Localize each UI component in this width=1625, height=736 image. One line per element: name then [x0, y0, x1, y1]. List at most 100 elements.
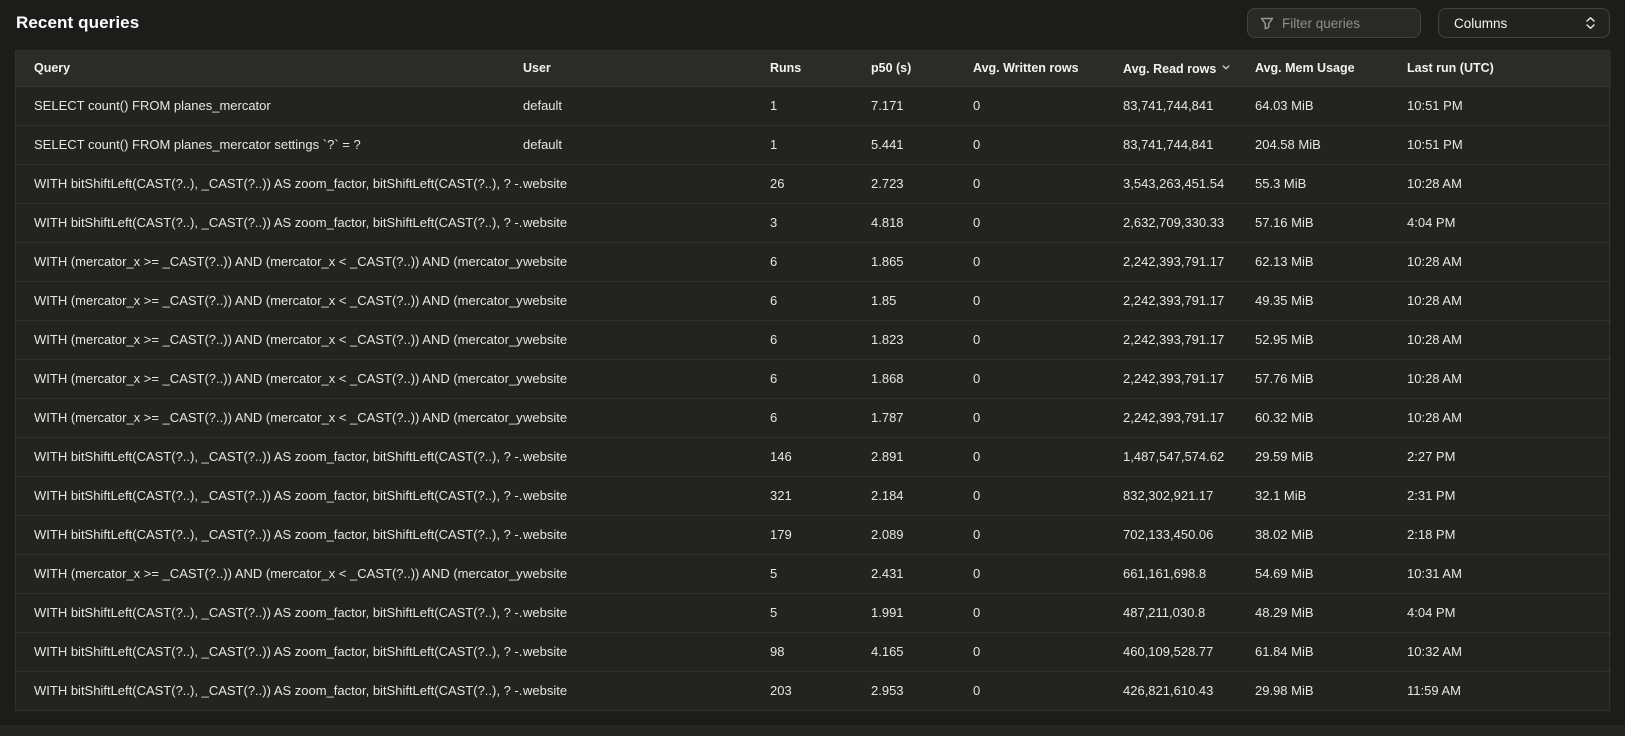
cell-avg-read-rows: 832,302,921.17 — [1123, 476, 1255, 515]
cell-avg-mem-usage: 61.84 MiB — [1255, 632, 1407, 671]
cell-query: WITH bitShiftLeft(CAST(?..), _CAST(?..))… — [16, 203, 523, 242]
cell-user: website — [523, 437, 770, 476]
cell-avg-read-rows: 487,211,030.8 — [1123, 593, 1255, 632]
cell-user: website — [523, 515, 770, 554]
cell-last-run-utc: 10:28 AM — [1407, 398, 1611, 437]
cell-avg-mem-usage: 54.69 MiB — [1255, 554, 1407, 593]
cell-runs: 321 — [770, 476, 871, 515]
cell-last-run-utc: 10:28 AM — [1407, 164, 1611, 203]
column-header-label: Runs — [770, 61, 801, 75]
cell-p50: 5.441 — [871, 125, 973, 164]
cell-last-run-utc: 10:28 AM — [1407, 359, 1611, 398]
cell-runs: 179 — [770, 515, 871, 554]
table-row[interactable]: WITH (mercator_x >= _CAST(?..)) AND (mer… — [16, 281, 1611, 320]
cell-avg-read-rows: 2,632,709,330.33 — [1123, 203, 1255, 242]
cell-avg-mem-usage: 64.03 MiB — [1255, 86, 1407, 125]
cell-runs: 1 — [770, 86, 871, 125]
column-header-avg-written-rows[interactable]: Avg. Written rows — [973, 51, 1123, 86]
table-row[interactable]: WITH (mercator_x >= _CAST(?..)) AND (mer… — [16, 320, 1611, 359]
cell-avg-written-rows: 0 — [973, 398, 1123, 437]
table-row[interactable]: WITH bitShiftLeft(CAST(?..), _CAST(?..))… — [16, 671, 1611, 710]
column-header-avg-mem-usage[interactable]: Avg. Mem Usage — [1255, 51, 1407, 86]
cell-avg-mem-usage: 60.32 MiB — [1255, 398, 1407, 437]
cell-runs: 6 — [770, 398, 871, 437]
cell-query: WITH (mercator_x >= _CAST(?..)) AND (mer… — [16, 359, 523, 398]
cell-query: WITH bitShiftLeft(CAST(?..), _CAST(?..))… — [16, 671, 523, 710]
table-row[interactable]: WITH bitShiftLeft(CAST(?..), _CAST(?..))… — [16, 437, 1611, 476]
cell-avg-mem-usage: 204.58 MiB — [1255, 125, 1407, 164]
funnel-icon — [1260, 16, 1274, 30]
columns-dropdown[interactable]: Columns — [1438, 8, 1610, 38]
cell-runs: 203 — [770, 671, 871, 710]
cell-user: default — [523, 125, 770, 164]
column-header-query[interactable]: Query — [16, 51, 523, 86]
cell-p50: 1.868 — [871, 359, 973, 398]
cell-avg-read-rows: 460,109,528.77 — [1123, 632, 1255, 671]
table-row[interactable]: WITH (mercator_x >= _CAST(?..)) AND (mer… — [16, 242, 1611, 281]
table-row[interactable]: WITH bitShiftLeft(CAST(?..), _CAST(?..))… — [16, 632, 1611, 671]
cell-user: website — [523, 554, 770, 593]
cell-avg-written-rows: 0 — [973, 86, 1123, 125]
cell-query: WITH bitShiftLeft(CAST(?..), _CAST(?..))… — [16, 515, 523, 554]
filter-queries-input[interactable] — [1282, 16, 1408, 31]
table-row[interactable]: WITH (mercator_x >= _CAST(?..)) AND (mer… — [16, 554, 1611, 593]
cell-runs: 6 — [770, 320, 871, 359]
cell-avg-mem-usage: 29.98 MiB — [1255, 671, 1407, 710]
recent-queries-table: QueryUserRunsp50 (s)Avg. Written rowsAvg… — [15, 50, 1610, 711]
cell-runs: 5 — [770, 593, 871, 632]
cell-avg-read-rows: 661,161,698.8 — [1123, 554, 1255, 593]
cell-query: WITH bitShiftLeft(CAST(?..), _CAST(?..))… — [16, 632, 523, 671]
column-header-runs[interactable]: Runs — [770, 51, 871, 86]
cell-avg-read-rows: 3,543,263,451.54 — [1123, 164, 1255, 203]
cell-user: website — [523, 632, 770, 671]
page-title: Recent queries — [16, 13, 139, 33]
cell-user: website — [523, 242, 770, 281]
cell-avg-written-rows: 0 — [973, 515, 1123, 554]
cell-user: website — [523, 398, 770, 437]
table-row[interactable]: WITH bitShiftLeft(CAST(?..), _CAST(?..))… — [16, 476, 1611, 515]
cell-user: website — [523, 281, 770, 320]
cell-p50: 4.818 — [871, 203, 973, 242]
cell-avg-written-rows: 0 — [973, 242, 1123, 281]
cell-avg-mem-usage: 62.13 MiB — [1255, 242, 1407, 281]
cell-user: website — [523, 359, 770, 398]
cell-avg-read-rows: 83,741,744,841 — [1123, 86, 1255, 125]
cell-avg-mem-usage: 52.95 MiB — [1255, 320, 1407, 359]
cell-last-run-utc: 10:32 AM — [1407, 632, 1611, 671]
cell-last-run-utc: 10:28 AM — [1407, 242, 1611, 281]
cell-p50: 2.089 — [871, 515, 973, 554]
column-header-avg-read-rows[interactable]: Avg. Read rows — [1123, 51, 1255, 86]
table-row[interactable]: WITH bitShiftLeft(CAST(?..), _CAST(?..))… — [16, 515, 1611, 554]
column-header-last-run-utc[interactable]: Last run (UTC) — [1407, 51, 1611, 86]
cell-user: website — [523, 320, 770, 359]
cell-user: website — [523, 593, 770, 632]
table-row[interactable]: WITH bitShiftLeft(CAST(?..), _CAST(?..))… — [16, 164, 1611, 203]
filter-queries-input-container[interactable] — [1247, 8, 1421, 38]
column-header-label: Avg. Mem Usage — [1255, 61, 1355, 75]
cell-avg-written-rows: 0 — [973, 203, 1123, 242]
cell-p50: 1.823 — [871, 320, 973, 359]
cell-query: WITH bitShiftLeft(CAST(?..), _CAST(?..))… — [16, 476, 523, 515]
table-row[interactable]: WITH bitShiftLeft(CAST(?..), _CAST(?..))… — [16, 203, 1611, 242]
cell-avg-written-rows: 0 — [973, 476, 1123, 515]
table-row[interactable]: WITH bitShiftLeft(CAST(?..), _CAST(?..))… — [16, 593, 1611, 632]
cell-runs: 6 — [770, 242, 871, 281]
cell-last-run-utc: 4:04 PM — [1407, 593, 1611, 632]
table-row[interactable]: SELECT count() FROM planes_mercator sett… — [16, 125, 1611, 164]
cell-avg-read-rows: 426,821,610.43 — [1123, 671, 1255, 710]
table-row[interactable]: WITH (mercator_x >= _CAST(?..)) AND (mer… — [16, 398, 1611, 437]
table-row[interactable]: WITH (mercator_x >= _CAST(?..)) AND (mer… — [16, 359, 1611, 398]
table-row[interactable]: SELECT count() FROM planes_mercatordefau… — [16, 86, 1611, 125]
cell-query: WITH (mercator_x >= _CAST(?..)) AND (mer… — [16, 398, 523, 437]
cell-last-run-utc: 11:59 AM — [1407, 671, 1611, 710]
cell-avg-written-rows: 0 — [973, 320, 1123, 359]
cell-p50: 1.787 — [871, 398, 973, 437]
column-header-p50[interactable]: p50 (s) — [871, 51, 973, 86]
cell-last-run-utc: 10:51 PM — [1407, 86, 1611, 125]
cell-last-run-utc: 10:28 AM — [1407, 281, 1611, 320]
cell-user: website — [523, 203, 770, 242]
cell-last-run-utc: 2:18 PM — [1407, 515, 1611, 554]
cell-last-run-utc: 2:27 PM — [1407, 437, 1611, 476]
column-header-user[interactable]: User — [523, 51, 770, 86]
cell-user: website — [523, 164, 770, 203]
